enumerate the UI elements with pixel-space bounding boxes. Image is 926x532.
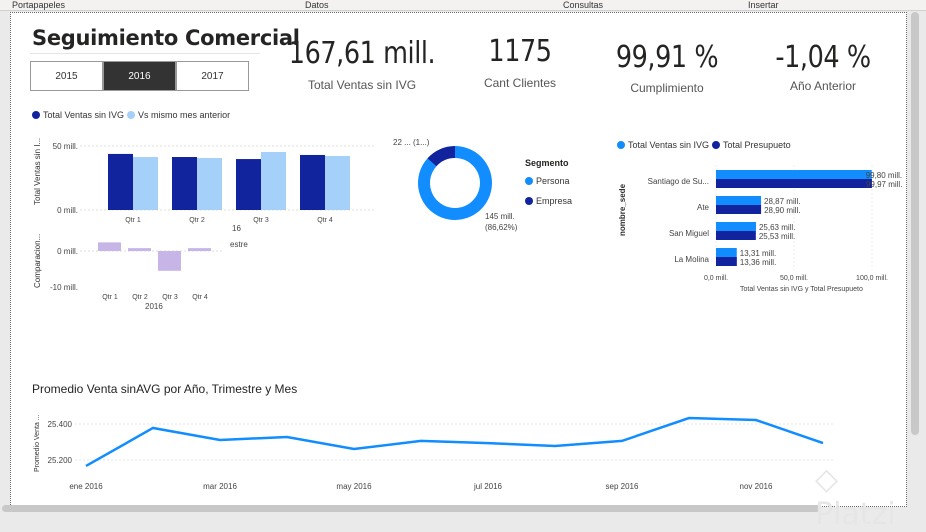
line-series xyxy=(86,418,823,466)
data-label: 13,31 mill. xyxy=(740,249,776,258)
x-tick: Qtr 4 xyxy=(317,217,333,224)
hbar-ventas xyxy=(716,248,737,257)
x-tick: Qtr 2 xyxy=(189,217,205,224)
x-tick: nov 2016 xyxy=(740,482,773,491)
bar-vs-anterior xyxy=(133,157,158,210)
bar-total-ventas xyxy=(300,155,325,210)
x-tick: 100,0 mill. xyxy=(856,275,888,282)
x-tick: may 2016 xyxy=(336,482,372,491)
charts-layer: 50 mill. 0 mill. Qtr 1 Qtr 2 Qtr 3 Qtr 4 0 mil… xyxy=(0,0,926,513)
y-tick: 0 mill. xyxy=(57,247,78,256)
hbar-ventas xyxy=(716,196,761,205)
platzi-watermark: ◇ Platzi xyxy=(815,462,926,532)
hbar-presupuesto xyxy=(716,179,872,188)
y-tick: San Miguel xyxy=(669,229,709,238)
data-label: 13,36 mill. xyxy=(740,258,776,267)
data-label: 25,63 mill. xyxy=(759,223,795,232)
x-tick: Qtr 1 xyxy=(125,217,141,224)
y-tick: 25.400 xyxy=(48,420,73,429)
x-tick: Qtr 3 xyxy=(253,217,269,224)
bar-total-ventas xyxy=(236,159,261,210)
hbar-ventas xyxy=(716,170,872,179)
hbar-presupuesto xyxy=(716,205,761,214)
y-tick: Ate xyxy=(697,203,710,212)
x-tick: Qtr 3 xyxy=(162,294,178,301)
bar-comparacion xyxy=(98,242,121,251)
x-tick: 0,0 mill. xyxy=(704,275,728,282)
data-label: 28,87 mill. xyxy=(764,197,800,206)
horizontal-scrollbar[interactable] xyxy=(2,505,820,512)
x-tick: Qtr 2 xyxy=(132,294,148,301)
y-tick: -10 mill. xyxy=(50,283,78,292)
bar-comparacion xyxy=(128,248,151,251)
bar-total-ventas xyxy=(172,157,197,210)
x-tick: sep 2016 xyxy=(606,482,639,491)
bar-vs-anterior xyxy=(261,152,286,210)
vertical-scrollbar[interactable] xyxy=(911,12,919,435)
data-label: 99,97 mill. xyxy=(866,180,902,189)
data-label: 28,90 mill. xyxy=(764,206,800,215)
bar-vs-anterior xyxy=(197,158,222,210)
bar-comparacion xyxy=(158,251,181,271)
y-tick: 50 mill. xyxy=(53,142,78,151)
x-tick: Qtr 4 xyxy=(192,294,208,301)
x-tick: ene 2016 xyxy=(69,482,103,491)
data-label: 99,80 mill. xyxy=(866,171,902,180)
bar-comparacion xyxy=(188,248,211,251)
y-tick: Santiago de Su... xyxy=(648,177,709,186)
hbar-ventas xyxy=(716,222,756,231)
watermark-text: Platzi xyxy=(815,497,896,532)
y-tick: La Molina xyxy=(674,255,709,264)
hbar-presupuesto xyxy=(716,231,756,240)
bar-vs-anterior xyxy=(325,156,350,210)
y-tick: 25.200 xyxy=(48,456,73,465)
bar-total-ventas xyxy=(108,154,133,210)
hbar-presupuesto xyxy=(716,257,737,266)
x-tick: Qtr 1 xyxy=(102,294,118,301)
x-tick: 50,0 mill. xyxy=(780,275,808,282)
data-label: 25,53 mill. xyxy=(759,232,795,241)
x-tick: mar 2016 xyxy=(203,482,237,491)
y-tick: 0 mill. xyxy=(57,206,78,215)
x-tick: jul 2016 xyxy=(473,482,503,491)
